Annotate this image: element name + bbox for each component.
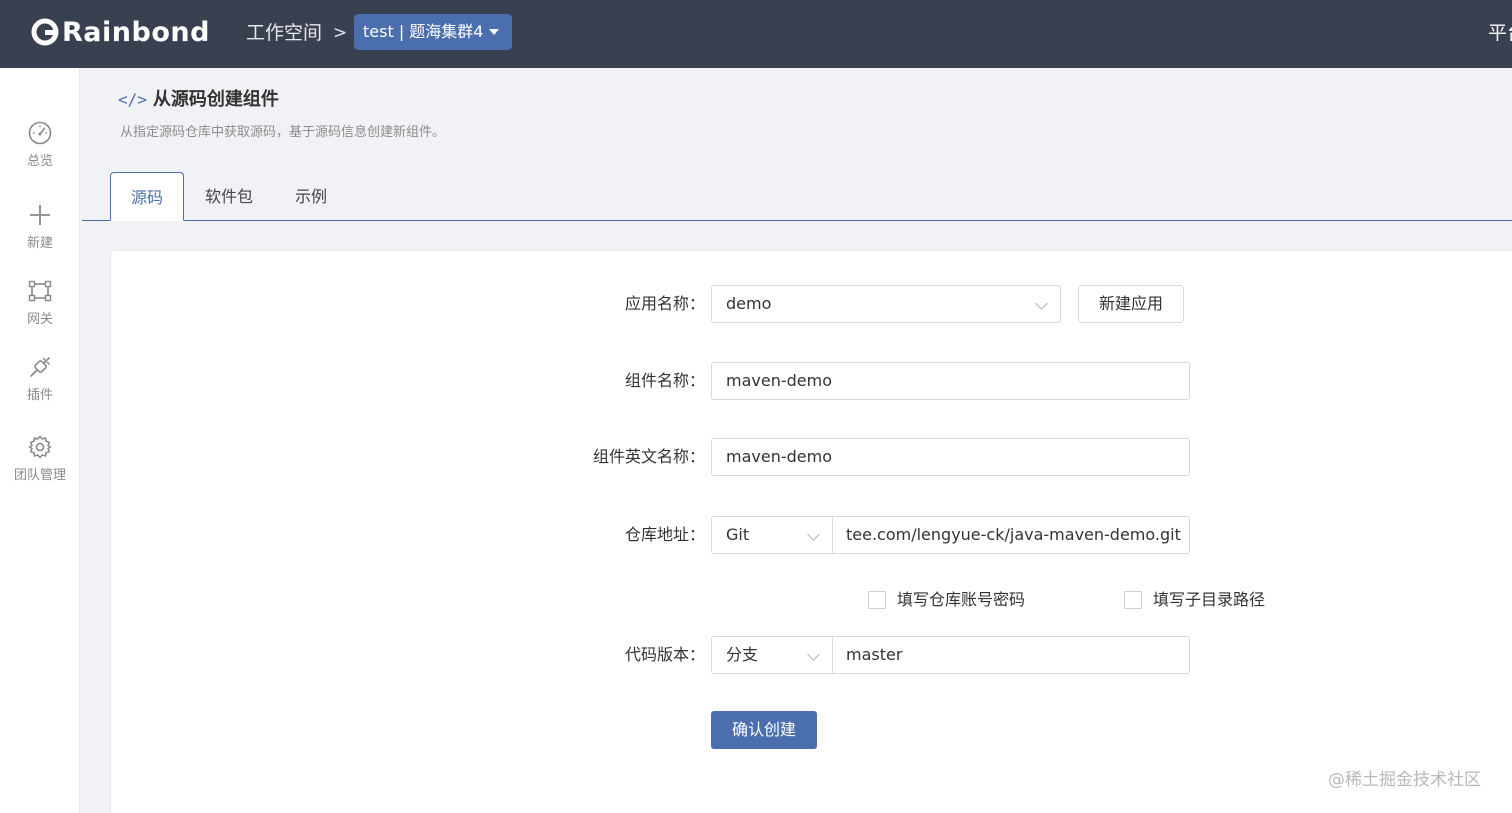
logo-text: Rainbond <box>62 16 210 48</box>
code-version-label: 代码版本： <box>624 645 705 664</box>
sidebar-item-gateway[interactable]: 网关 <box>0 278 80 338</box>
repo-auth-checkbox[interactable] <box>868 591 886 609</box>
chevron-down-icon <box>1035 297 1048 310</box>
new-app-button[interactable]: 新建应用 <box>1078 285 1184 323</box>
rainbond-logo-icon <box>31 18 59 46</box>
repo-url-input[interactable]: tee.com/lengyue-ck/java-maven-demo.git <box>832 516 1190 554</box>
sidebar-item-plugin[interactable]: 插件 <box>0 354 80 414</box>
confirm-create-button[interactable]: 确认创建 <box>711 711 817 749</box>
sidebar-item-label: 插件 <box>26 388 53 403</box>
component-en-name-input[interactable]: maven-demo <box>711 438 1190 476</box>
sidebar: 总览 新建 网关 插件 团队管理 <box>0 68 80 813</box>
sidebar-item-new[interactable]: 新建 <box>0 202 80 262</box>
sidebar-item-label: 团队管理 <box>13 468 66 483</box>
tab-example[interactable]: 示例 <box>295 172 327 221</box>
chevron-down-icon <box>807 528 820 541</box>
repo-type-value: Git <box>726 525 750 544</box>
repo-address-label: 仓库地址： <box>624 525 705 544</box>
component-name-label: 组件名称： <box>624 371 705 390</box>
page-title: </> 从源码创建组件 <box>118 87 279 113</box>
gear-icon <box>28 435 52 459</box>
sidebar-item-overview[interactable]: 总览 <box>0 120 80 180</box>
app-name-label: 应用名称： <box>624 294 705 313</box>
platform-management-link[interactable]: 平台管理 <box>1488 20 1512 46</box>
tab-source-code[interactable]: 源码 <box>110 172 184 221</box>
version-value-input[interactable]: master <box>832 636 1190 674</box>
repo-auth-label[interactable]: 填写仓库账号密码 <box>897 588 1025 612</box>
app-name-value: demo <box>726 294 772 313</box>
component-name-input[interactable]: maven-demo <box>711 362 1190 400</box>
breadcrumb-separator: > <box>333 23 348 43</box>
team-cluster-select[interactable]: test | 题海集群4 <box>354 14 512 50</box>
top-navbar: Rainbond 工作空间 > test | 题海集群4 平台管理 <box>0 0 1512 68</box>
sidebar-item-label: 总览 <box>26 154 53 169</box>
watermark: @稀土掘金技术社区 <box>1328 770 1481 790</box>
sidebar-item-label: 新建 <box>26 236 53 251</box>
component-en-name-label: 组件英文名称： <box>592 447 705 466</box>
subdir-checkbox[interactable] <box>1124 591 1142 609</box>
app-name-select[interactable]: demo <box>711 285 1061 323</box>
sidebar-item-team-management[interactable]: 团队管理 <box>0 434 80 494</box>
caret-down-icon <box>489 29 500 35</box>
gateway-icon <box>28 280 52 302</box>
tab-package[interactable]: 软件包 <box>205 172 253 221</box>
rainbond-logo[interactable]: Rainbond <box>30 14 210 50</box>
version-type-value: 分支 <box>726 645 759 664</box>
plus-icon <box>30 205 50 225</box>
sidebar-item-label: 网关 <box>26 312 53 327</box>
page-title-text: 从源码创建组件 <box>152 89 279 110</box>
plugin-icon <box>30 357 50 377</box>
version-type-select[interactable]: 分支 <box>711 636 833 674</box>
chevron-down-icon <box>807 648 820 661</box>
breadcrumb-workspace[interactable]: 工作空间 <box>246 20 322 46</box>
page-description: 从指定源码仓库中获取源码，基于源码信息创建新组件。 <box>120 125 446 140</box>
code-icon: </> <box>118 90 147 109</box>
repo-type-select[interactable]: Git <box>711 516 833 554</box>
team-select-value: test | 题海集群4 <box>363 22 484 41</box>
subdir-label[interactable]: 填写子目录路径 <box>1153 588 1265 612</box>
dashboard-icon <box>28 121 52 145</box>
